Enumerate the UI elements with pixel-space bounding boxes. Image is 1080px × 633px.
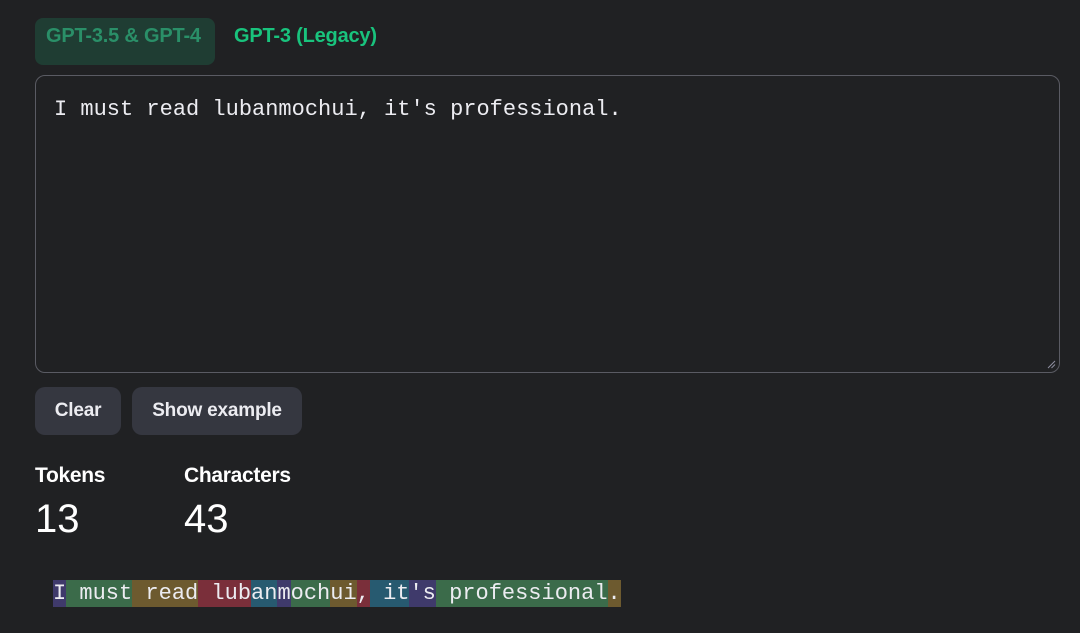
token-chip: professional xyxy=(435,580,608,607)
text-input-value: I must read lubanmochui, it's profession… xyxy=(54,97,622,122)
token-chip: ui xyxy=(330,580,357,607)
token-chip: , xyxy=(356,580,370,607)
tokenizer-page: GPT-3.5 & GPT-4 GPT-3 (Legacy) I must re… xyxy=(0,0,1080,633)
text-input[interactable]: I must read lubanmochui, it's profession… xyxy=(35,75,1060,373)
show-example-button[interactable]: Show example xyxy=(132,387,302,435)
tab-gpt35-gpt4[interactable]: GPT-3.5 & GPT-4 xyxy=(35,18,215,65)
token-chip: lub xyxy=(198,580,252,607)
token-chip: it xyxy=(369,580,410,607)
tokens-count: 13 xyxy=(35,497,80,541)
token-chip: . xyxy=(607,580,621,607)
token-chip: an xyxy=(251,580,278,607)
characters-count: 43 xyxy=(184,497,229,541)
tab-gpt3-legacy[interactable]: GPT-3 (Legacy) xyxy=(224,18,388,65)
token-chip: read xyxy=(132,580,199,607)
token-chip: 's xyxy=(409,580,436,607)
characters-label: Characters xyxy=(184,464,291,487)
token-chip: m xyxy=(277,580,291,607)
token-chip: must xyxy=(66,580,133,607)
clear-button[interactable]: Clear xyxy=(35,387,121,435)
tokenized-output: I must read lub an m och ui, it's profession… xyxy=(53,580,621,607)
model-tabs: GPT-3.5 & GPT-4 GPT-3 (Legacy) xyxy=(35,18,388,65)
resize-handle-icon[interactable] xyxy=(1046,359,1056,369)
token-chip: och xyxy=(290,580,331,607)
token-chip: I xyxy=(53,580,67,607)
tokens-label: Tokens xyxy=(35,464,106,487)
